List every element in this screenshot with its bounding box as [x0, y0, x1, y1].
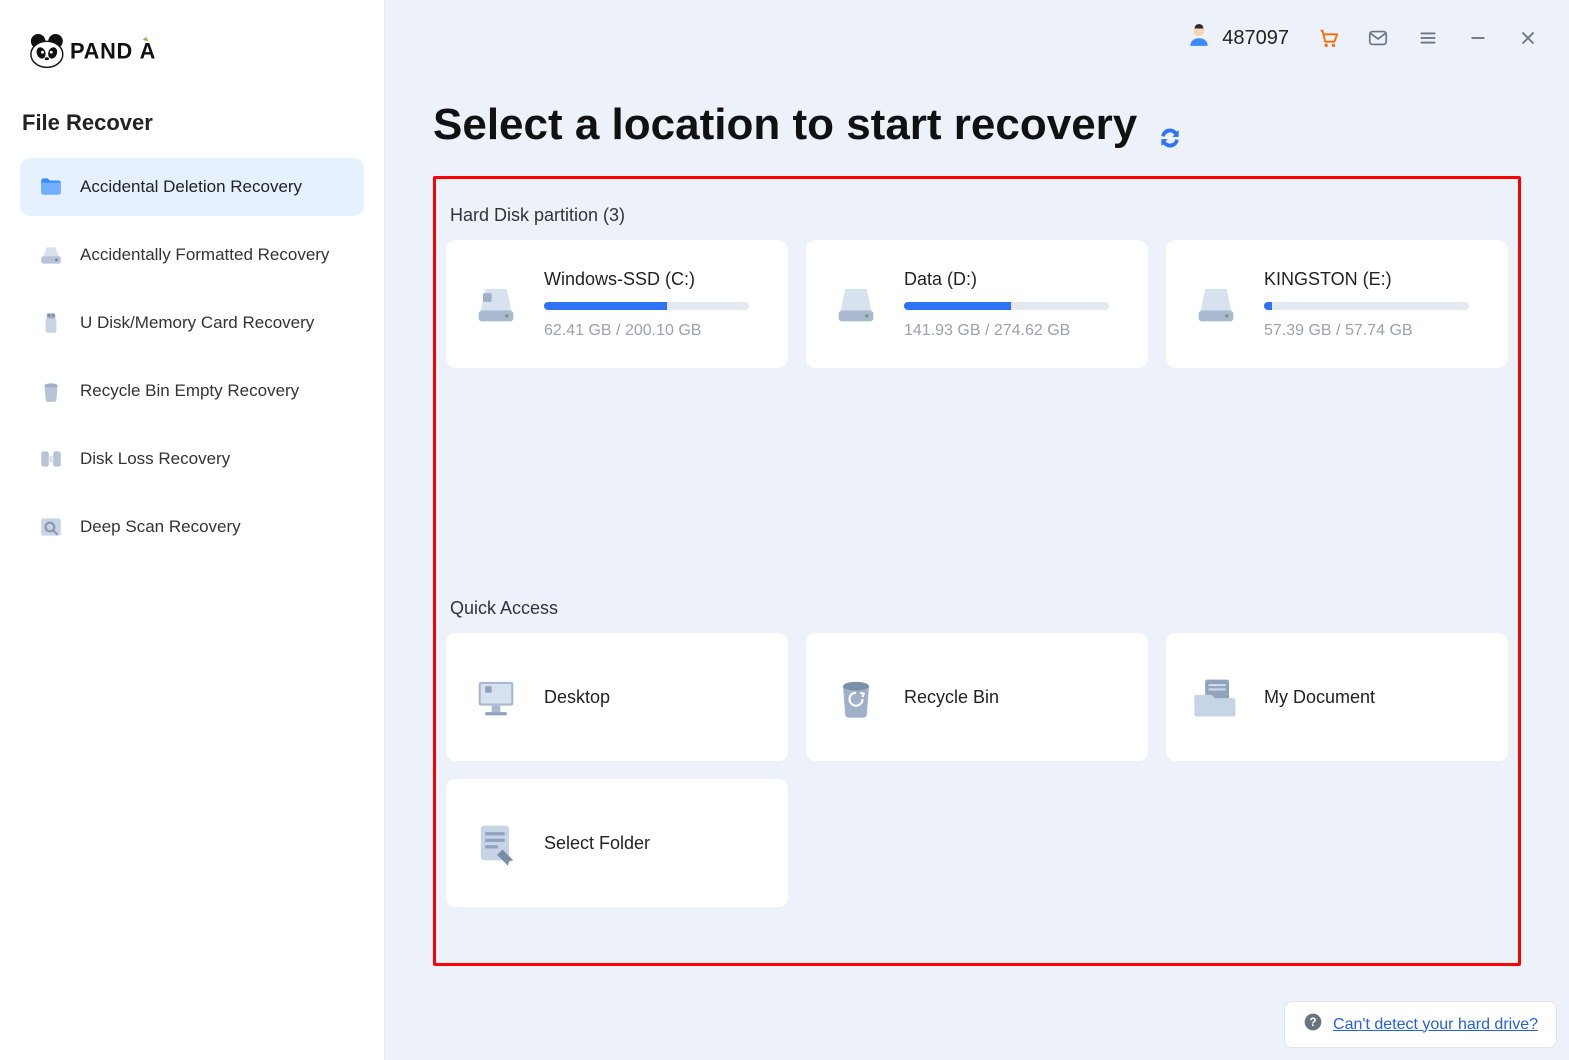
- user-account[interactable]: 487097: [1186, 22, 1289, 54]
- drive-usage-bar: [544, 302, 749, 310]
- sidebar-item-label: Recycle Bin Empty Recovery: [80, 381, 299, 401]
- quick-card-select-folder[interactable]: Select Folder: [446, 779, 788, 907]
- sidebar-item-deep-scan[interactable]: Deep Scan Recovery: [20, 498, 364, 556]
- drive-grid: Windows-SSD (C:) 62.41 GB / 200.10 GB Da…: [446, 240, 1508, 368]
- close-button[interactable]: [1517, 27, 1539, 49]
- sidebar-item-usb[interactable]: U Disk/Memory Card Recovery: [20, 294, 364, 352]
- quick-label: My Document: [1264, 687, 1375, 708]
- svg-text:PAND: PAND: [70, 39, 133, 64]
- drive-size: 57.39 GB / 57.74 GB: [1264, 322, 1469, 340]
- quick-label: Desktop: [544, 687, 610, 708]
- mail-icon[interactable]: [1367, 27, 1389, 49]
- page-title: Select a location to start recovery: [433, 100, 1521, 150]
- drive-name: Windows-SSD (C:): [544, 269, 749, 290]
- quick-label: Select Folder: [544, 833, 650, 854]
- sidebar-title: File Recover: [22, 110, 364, 136]
- cart-icon[interactable]: [1317, 27, 1339, 49]
- quick-access-label: Quick Access: [450, 598, 1508, 619]
- drive-usage-bar: [1264, 302, 1469, 310]
- recycle-bin-icon: [830, 671, 882, 723]
- deep-scan-icon: [38, 514, 64, 540]
- sidebar-item-label: Disk Loss Recovery: [80, 449, 230, 469]
- hdd-icon: [1190, 278, 1242, 330]
- brand-logo: PAND A: [28, 30, 364, 70]
- partition-section-label: Hard Disk partition (3): [450, 205, 1508, 226]
- svg-text:A: A: [140, 39, 156, 64]
- page-title-text: Select a location to start recovery: [433, 100, 1137, 150]
- document-folder-icon: [1190, 671, 1242, 723]
- sidebar-item-label: Accidental Deletion Recovery: [80, 177, 302, 197]
- drive-card-e[interactable]: KINGSTON (E:) 57.39 GB / 57.74 GB: [1166, 240, 1508, 368]
- drive-icon: [38, 242, 64, 268]
- help-link[interactable]: Can't detect your hard drive?: [1333, 1016, 1538, 1034]
- desktop-icon: [470, 671, 522, 723]
- quick-label: Recycle Bin: [904, 687, 999, 708]
- hdd-icon: [470, 278, 522, 330]
- help-pill[interactable]: ? Can't detect your hard drive?: [1284, 1001, 1557, 1048]
- quick-access-grid: Desktop Recycle Bin My Document: [446, 633, 1508, 907]
- usb-icon: [38, 310, 64, 336]
- sidebar-item-formatted[interactable]: Accidentally Formatted Recovery: [20, 226, 364, 284]
- drive-usage-bar: [904, 302, 1109, 310]
- drive-card-d[interactable]: Data (D:) 141.93 GB / 274.62 GB: [806, 240, 1148, 368]
- location-panel: Hard Disk partition (3) Windows-SSD (C:)…: [433, 176, 1521, 966]
- select-folder-icon: [470, 817, 522, 869]
- sidebar-item-label: U Disk/Memory Card Recovery: [80, 313, 314, 333]
- help-icon: ?: [1303, 1012, 1323, 1037]
- drive-name: KINGSTON (E:): [1264, 269, 1469, 290]
- avatar-icon: [1186, 22, 1212, 54]
- titlebar: 487097: [1186, 22, 1539, 54]
- drive-size: 141.93 GB / 274.62 GB: [904, 322, 1109, 340]
- hdd-icon: [830, 278, 882, 330]
- sidebar-item-accidental-deletion[interactable]: Accidental Deletion Recovery: [20, 158, 364, 216]
- main-content: 487097 Select a location to start recove…: [385, 0, 1569, 1060]
- trash-icon: [38, 378, 64, 404]
- disk-loss-icon: [38, 446, 64, 472]
- drive-size: 62.41 GB / 200.10 GB: [544, 322, 749, 340]
- sidebar-item-label: Accidentally Formatted Recovery: [80, 245, 329, 265]
- menu-icon[interactable]: [1417, 27, 1439, 49]
- refresh-icon[interactable]: [1157, 112, 1183, 138]
- sidebar: PAND A File Recover Accidental Deletion …: [0, 0, 385, 1060]
- folder-icon: [38, 174, 64, 200]
- sidebar-item-label: Deep Scan Recovery: [80, 517, 241, 537]
- minimize-button[interactable]: [1467, 27, 1489, 49]
- drive-card-c[interactable]: Windows-SSD (C:) 62.41 GB / 200.10 GB: [446, 240, 788, 368]
- quick-card-desktop[interactable]: Desktop: [446, 633, 788, 761]
- user-id: 487097: [1222, 27, 1289, 50]
- quick-card-recycle-bin[interactable]: Recycle Bin: [806, 633, 1148, 761]
- quick-card-my-document[interactable]: My Document: [1166, 633, 1508, 761]
- svg-text:?: ?: [1309, 1016, 1316, 1029]
- sidebar-item-disk-loss[interactable]: Disk Loss Recovery: [20, 430, 364, 488]
- sidebar-item-recycle-bin[interactable]: Recycle Bin Empty Recovery: [20, 362, 364, 420]
- drive-name: Data (D:): [904, 269, 1109, 290]
